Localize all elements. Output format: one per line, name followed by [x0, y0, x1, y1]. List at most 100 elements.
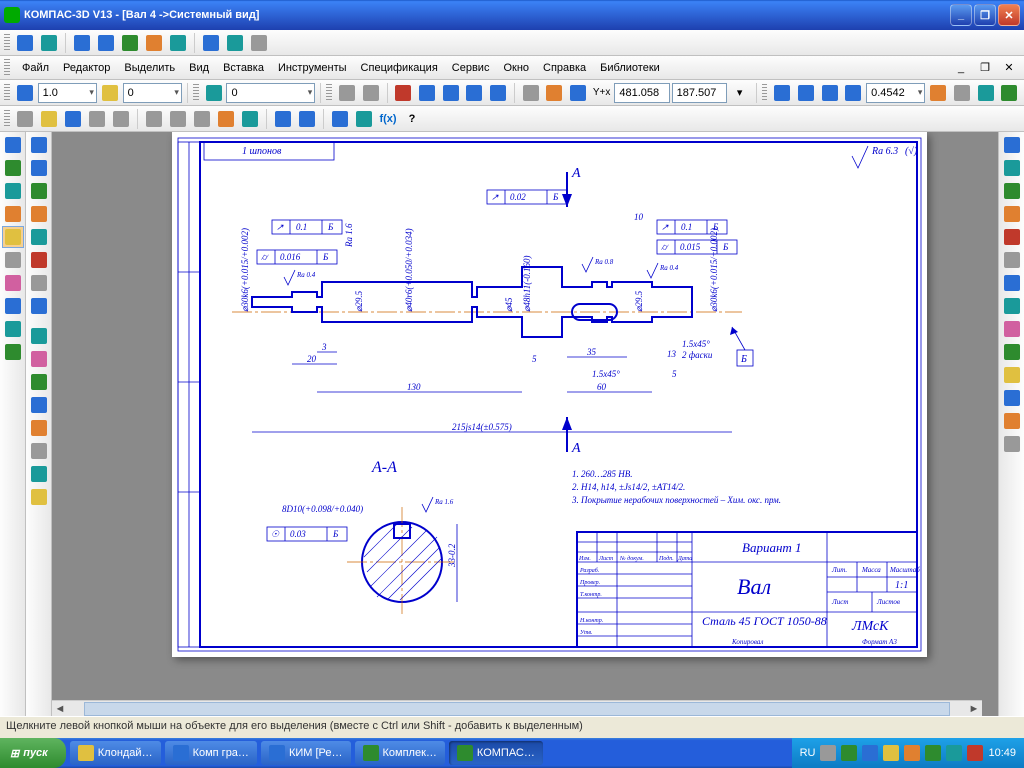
- tool-4[interactable]: [28, 203, 50, 225]
- rtool-6[interactable]: [1001, 249, 1023, 271]
- tray-icon[interactable]: [841, 745, 857, 761]
- param-tab[interactable]: [2, 226, 24, 248]
- tool-15[interactable]: [28, 463, 50, 485]
- tool-12[interactable]: [28, 394, 50, 416]
- menu-service[interactable]: Сервис: [446, 60, 496, 76]
- rtool-1[interactable]: [1001, 134, 1023, 156]
- tray-icon[interactable]: [883, 745, 899, 761]
- mdi-restore-button[interactable]: ❐: [974, 57, 996, 79]
- fill-button[interactable]: [360, 82, 382, 104]
- tray-icon[interactable]: [862, 745, 878, 761]
- tool-7[interactable]: [28, 272, 50, 294]
- snap4-button[interactable]: [464, 82, 486, 104]
- tool-2[interactable]: [28, 157, 50, 179]
- menu-file[interactable]: Файл: [16, 60, 55, 76]
- zoom-out-button[interactable]: [795, 82, 817, 104]
- rtool-5[interactable]: [1001, 226, 1023, 248]
- tray-icon[interactable]: [946, 745, 962, 761]
- zoom-win-button[interactable]: [842, 82, 864, 104]
- snap1-button[interactable]: [393, 82, 415, 104]
- undo-button[interactable]: [272, 108, 294, 130]
- tray-icon[interactable]: [925, 745, 941, 761]
- tool-11[interactable]: [28, 371, 50, 393]
- spec2-button[interactable]: [224, 32, 246, 54]
- spec1-button[interactable]: [200, 32, 222, 54]
- coord-y-field[interactable]: 187.507: [672, 83, 727, 103]
- rtool-14[interactable]: [1001, 433, 1023, 455]
- spec-tab[interactable]: [2, 295, 24, 317]
- coord-opts-button[interactable]: ▾: [729, 82, 751, 104]
- hatch-button[interactable]: [336, 82, 358, 104]
- layer-combo[interactable]: 0: [123, 83, 182, 103]
- tool-10[interactable]: [28, 348, 50, 370]
- menu-libs[interactable]: Библиотеки: [594, 60, 666, 76]
- rtool-7[interactable]: [1001, 272, 1023, 294]
- tray-icon[interactable]: [820, 745, 836, 761]
- tray-icon[interactable]: [967, 745, 983, 761]
- help-button[interactable]: ?: [401, 108, 423, 130]
- task-4[interactable]: Комплек…: [355, 741, 445, 765]
- rtool-8[interactable]: [1001, 295, 1023, 317]
- task-3[interactable]: КИМ [Ре…: [261, 741, 351, 765]
- rtool-4[interactable]: [1001, 203, 1023, 225]
- new-button[interactable]: [14, 108, 36, 130]
- snap3-button[interactable]: [440, 82, 462, 104]
- layers-button[interactable]: [143, 32, 165, 54]
- menu-select[interactable]: Выделить: [118, 60, 181, 76]
- geom-tab[interactable]: [2, 134, 24, 156]
- menu-insert[interactable]: Вставка: [217, 60, 270, 76]
- ortho-button[interactable]: [544, 82, 566, 104]
- matchprop-button[interactable]: [215, 108, 237, 130]
- tool-5[interactable]: [28, 226, 50, 248]
- tool-6[interactable]: [28, 249, 50, 271]
- menu-spec[interactable]: Спецификация: [355, 60, 444, 76]
- pan-button[interactable]: [927, 82, 949, 104]
- refresh-button[interactable]: [998, 82, 1020, 104]
- label-tab[interactable]: [2, 180, 24, 202]
- fx-button[interactable]: f(x): [377, 108, 399, 130]
- mdi-close-button[interactable]: ✕: [998, 57, 1020, 79]
- snap5-button[interactable]: [487, 82, 509, 104]
- assoc-button[interactable]: [119, 32, 141, 54]
- coord-x-field[interactable]: 481.058: [614, 83, 669, 103]
- close-button[interactable]: ✕: [998, 4, 1020, 26]
- new-doc-button[interactable]: [14, 32, 36, 54]
- redo-button[interactable]: [296, 108, 318, 130]
- snap2-button[interactable]: [416, 82, 438, 104]
- rtool-11[interactable]: [1001, 364, 1023, 386]
- open-button[interactable]: [38, 108, 60, 130]
- coord-button[interactable]: [567, 82, 589, 104]
- scale-combo[interactable]: 1.0: [38, 83, 97, 103]
- preview-button[interactable]: [110, 108, 132, 130]
- maximize-button[interactable]: ❐: [974, 4, 996, 26]
- rtool-9[interactable]: [1001, 318, 1023, 340]
- tool-16[interactable]: [28, 486, 50, 508]
- linestyle-combo[interactable]: 0: [226, 83, 315, 103]
- zoom-in-button[interactable]: [771, 82, 793, 104]
- menu-tools[interactable]: Инструменты: [272, 60, 353, 76]
- task-1[interactable]: Клондай…: [70, 741, 161, 765]
- edit-tab[interactable]: [2, 203, 24, 225]
- horizontal-scrollbar[interactable]: ◄►: [52, 700, 982, 716]
- lib-button[interactable]: [329, 108, 351, 130]
- cut-button[interactable]: [143, 108, 165, 130]
- print-button[interactable]: [86, 108, 108, 130]
- ins-tab[interactable]: [2, 341, 24, 363]
- clock[interactable]: 10:49: [988, 747, 1016, 759]
- menu-help[interactable]: Справка: [537, 60, 592, 76]
- rep-tab[interactable]: [2, 318, 24, 340]
- zoom-combo[interactable]: 0.4542: [866, 83, 925, 103]
- rtool-2[interactable]: [1001, 157, 1023, 179]
- drawing-canvas[interactable]: 1 шпонов Ra 6.3 (√) А А: [52, 132, 998, 716]
- rtool-13[interactable]: [1001, 410, 1023, 432]
- copy-button[interactable]: [167, 108, 189, 130]
- grid-button[interactable]: [520, 82, 542, 104]
- start-button[interactable]: ⊞ пуск: [0, 738, 66, 768]
- minimize-button[interactable]: _: [950, 4, 972, 26]
- menu-edit[interactable]: Редактор: [57, 60, 116, 76]
- tool-1[interactable]: [28, 134, 50, 156]
- regen-button[interactable]: [975, 82, 997, 104]
- var-button[interactable]: [353, 108, 375, 130]
- tool-8[interactable]: [28, 295, 50, 317]
- props-button[interactable]: [38, 32, 60, 54]
